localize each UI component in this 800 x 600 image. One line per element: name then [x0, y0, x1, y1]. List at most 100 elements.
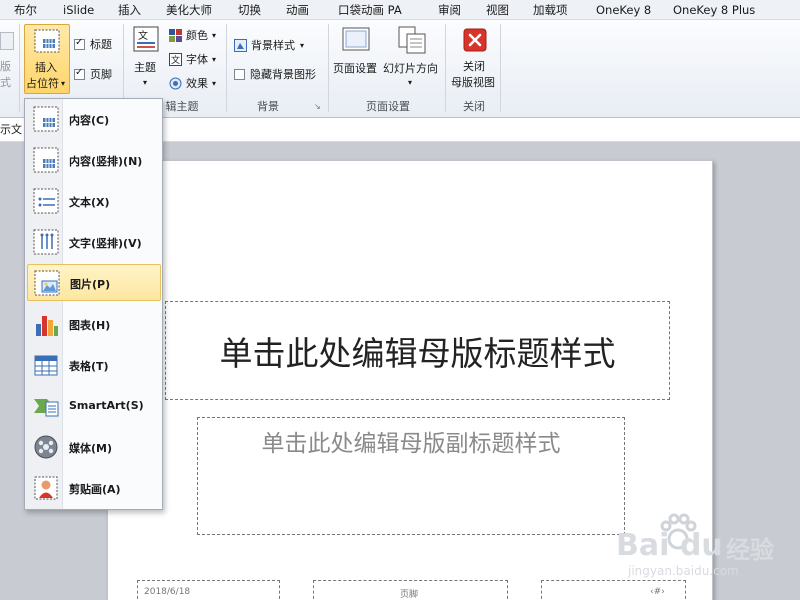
tab-boolean[interactable]: 布尔: [14, 0, 37, 20]
fonts-button[interactable]: 文 字体 ▾: [167, 52, 223, 68]
subtitle-placeholder-text: 单击此处编辑母版副标题样式: [261, 431, 561, 457]
effects-icon: [169, 77, 182, 90]
footer-checkbox[interactable]: [74, 67, 85, 80]
tab-transitions[interactable]: 切换: [238, 0, 261, 20]
footer-checkbox-label: 页脚: [90, 68, 112, 81]
menu-item-label: 剪贴画(A): [69, 483, 121, 496]
svg-text:文: 文: [138, 29, 148, 42]
fonts-icon: 文: [169, 53, 182, 66]
title-placeholder[interactable]: 单击此处编辑母版标题样式: [165, 301, 670, 400]
date-placeholder[interactable]: 2018/6/18: [137, 580, 280, 600]
menu-item-table[interactable]: 表格(T): [27, 347, 161, 384]
picture-placeholder-icon: [34, 270, 60, 296]
menu-bar: 布尔 iSlide 插入 美化大师 切换 动画 口袋动画 PA 审阅 视图 加载…: [0, 0, 800, 20]
menu-item-label: 文字(竖排)(V): [69, 237, 142, 250]
insert-placeholder-label-1: 插入: [35, 61, 57, 74]
dialog-launcher-icon[interactable]: ↘: [314, 102, 321, 111]
colors-button[interactable]: 颜色 ▾: [167, 28, 223, 44]
watermark-url: jingyan.baidu.com: [628, 564, 739, 578]
date-text: 2018/6/18: [144, 587, 191, 597]
page-setup-group-label: 页面设置: [366, 100, 410, 113]
hide-background-checkbox[interactable]: [234, 69, 245, 80]
menu-item-smartart[interactable]: SmartArt(S): [27, 388, 161, 425]
chevron-down-icon: ▾: [212, 31, 217, 40]
slide-orientation-button[interactable]: 幻灯片方向 ▾: [383, 24, 441, 98]
close-label-2: 母版视图: [451, 76, 495, 89]
placeholder-icon: [34, 29, 60, 53]
slide-number-placeholder[interactable]: ‹#›: [541, 580, 686, 600]
menu-item-picture[interactable]: 图片(P): [27, 264, 161, 301]
svg-text:文: 文: [171, 54, 180, 66]
tab-review[interactable]: 审阅: [438, 0, 461, 20]
menu-item-label: 表格(T): [69, 360, 109, 373]
fonts-label: 字体: [186, 53, 208, 66]
theme-icon: 文: [133, 26, 159, 52]
watermark-brand-cn: 经验: [726, 536, 774, 564]
group-separator: [445, 24, 446, 112]
chevron-down-icon: ▾: [212, 55, 217, 64]
watermark-brand: Bai du: [616, 528, 723, 563]
table-placeholder-icon: [34, 355, 58, 376]
subtitle-placeholder[interactable]: 单击此处编辑母版副标题样式: [197, 417, 625, 535]
theme-label: 主题: [134, 61, 156, 74]
tab-view[interactable]: 视图: [486, 0, 509, 20]
slide-orientation-label: 幻灯片方向: [383, 62, 438, 75]
close-icon: [463, 28, 487, 52]
page-setup-button[interactable]: 页面设置: [333, 24, 381, 84]
footer-text: 页脚: [400, 590, 419, 600]
background-styles-label: 背景样式: [251, 39, 295, 52]
colors-icon: [169, 29, 182, 42]
title-checkbox-label: 标题: [90, 38, 112, 51]
menu-item-label: 图表(H): [69, 319, 111, 332]
menu-item-label: 媒体(M): [69, 442, 113, 455]
tab-onekey8[interactable]: OneKey 8: [596, 0, 651, 20]
tab-animations[interactable]: 动画: [286, 0, 309, 20]
menu-item-content[interactable]: 内容(C): [27, 101, 161, 138]
tab-islide[interactable]: iSlide: [63, 0, 94, 20]
chevron-down-icon: ▾: [143, 78, 148, 87]
menu-item-text[interactable]: 文本(X): [27, 183, 161, 220]
menu-item-vertical-content[interactable]: 内容(竖排)(N): [27, 142, 161, 179]
group-separator: [19, 24, 20, 112]
text-placeholder-icon: [33, 188, 59, 214]
close-label-1: 关闭: [463, 60, 485, 73]
theme-button[interactable]: 文 主题 ▾: [131, 24, 161, 98]
colors-label: 颜色: [186, 29, 208, 42]
menu-item-chart[interactable]: 图表(H): [27, 306, 161, 343]
chevron-down-icon: ▾: [61, 79, 66, 88]
tab-beautify-master[interactable]: 美化大师: [166, 0, 212, 20]
tab-addins[interactable]: 加载项: [533, 0, 568, 20]
menu-item-vertical-text[interactable]: 文字(竖排)(V): [27, 224, 161, 261]
group-separator: [328, 24, 329, 112]
slide-orientation-icon: [398, 26, 426, 54]
cut-off-strip-text: 示文: [0, 123, 22, 136]
close-master-view-button[interactable]: 关闭 母版视图: [450, 24, 500, 98]
slide-number-text: ‹#›: [650, 587, 665, 597]
smartart-placeholder-icon: [34, 399, 59, 417]
insert-placeholder-button[interactable]: 插入 占位符 ▾: [24, 24, 70, 94]
vertical-content-placeholder-icon: [33, 147, 59, 173]
page-setup-label: 页面设置: [333, 62, 377, 75]
media-placeholder-icon: [34, 435, 58, 459]
menu-item-clipart[interactable]: 剪贴画(A): [27, 470, 161, 507]
chevron-down-icon: ▾: [408, 78, 413, 87]
edit-theme-group-label: 辑主题: [165, 100, 199, 113]
close-group-label: 关闭: [463, 100, 485, 113]
vertical-text-placeholder-icon: [33, 229, 59, 255]
page-setup-icon: [342, 27, 370, 51]
background-styles-button[interactable]: 背景样式 ▾: [232, 38, 316, 54]
menu-item-label: 文本(X): [69, 196, 110, 209]
effects-button[interactable]: 效果 ▾: [167, 76, 223, 92]
tab-pocket-animation[interactable]: 口袋动画 PA: [338, 0, 402, 20]
hide-background-label: 隐藏背景图形: [250, 68, 316, 81]
background-styles-icon: [234, 39, 247, 52]
menu-item-media[interactable]: 媒体(M): [27, 429, 161, 466]
tab-onekey8-plus[interactable]: OneKey 8 Plus: [673, 0, 755, 20]
insert-placeholder-label-2: 占位符: [26, 77, 59, 90]
tab-insert[interactable]: 插入: [118, 0, 141, 20]
title-checkbox[interactable]: [74, 37, 85, 50]
cut-off-label-top: 版: [0, 60, 11, 73]
insert-placeholder-menu: 内容(C) 内容(竖排)(N) 文本(X) 文字(竖排)(V) 图片(P) 图表…: [24, 98, 163, 510]
menu-item-label: SmartArt(S): [69, 399, 144, 412]
footer-placeholder[interactable]: 页脚: [313, 580, 508, 600]
